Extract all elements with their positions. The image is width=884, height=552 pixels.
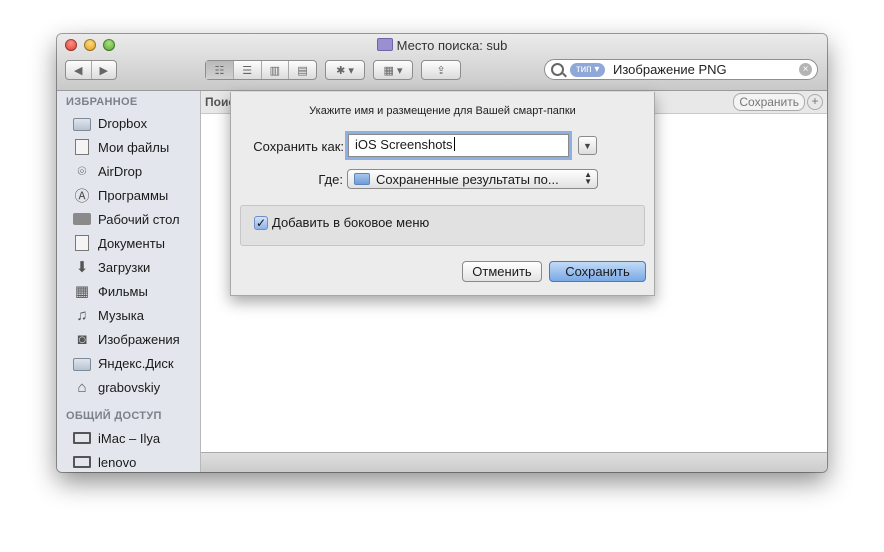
folder-icon (73, 357, 91, 371)
sidebar-item-pictures[interactable]: ◙ Изображения (73, 329, 179, 349)
add-to-sidebar-label[interactable]: Добавить в боковое меню (272, 215, 429, 230)
sidebar-item-downloads[interactable]: ⬇ Загрузки (73, 257, 151, 277)
sidebar-option-box: ✓ Добавить в боковое меню (240, 205, 645, 246)
save-as-input[interactable]: iOS Screenshots (348, 134, 569, 157)
save-as-label: Сохранить как: (253, 139, 344, 154)
share-button[interactable]: ⇪ (421, 60, 461, 80)
folder-icon (73, 117, 91, 131)
search-icon (551, 63, 564, 76)
sidebar-item-movies[interactable]: ▦ Фильмы (73, 281, 148, 301)
sidebar-item-all-files[interactable]: Мои файлы (73, 137, 169, 157)
sidebar-item-lenovo[interactable]: lenovo (73, 452, 136, 472)
sidebar-item-desktop[interactable]: Рабочий стол (73, 209, 180, 229)
sidebar-item-imac[interactable]: iMac – Ilya (73, 428, 160, 448)
pictures-icon: ◙ (77, 330, 87, 348)
checkmark-icon: ✓ (255, 216, 267, 230)
where-label: Где: (318, 172, 343, 187)
arrange-menu-button[interactable]: ▦ ▾ (373, 60, 413, 80)
back-forward-buttons[interactable]: ◀ ▶ (65, 60, 117, 80)
imac-icon (73, 432, 91, 444)
list-view-button[interactable]: ☰ (234, 61, 262, 79)
popup-arrows-icon: ▲ ▼ (584, 170, 592, 186)
airdrop-icon: ⌾ (77, 162, 87, 180)
clear-search-icon[interactable]: × (799, 63, 812, 76)
save-smart-folder-sheet: Укажите имя и размещение для Вашей смарт… (230, 92, 655, 296)
sidebar-header-shared: ОБЩИЙ ДОСТУП (66, 410, 162, 422)
music-icon: ♫ (76, 306, 88, 324)
pc-icon (73, 456, 91, 468)
add-criteria-button[interactable]: + (807, 94, 823, 110)
forward-button[interactable]: ▶ (92, 61, 117, 79)
home-icon: ⌂ (77, 378, 87, 396)
search-token-kind[interactable]: тип ▾ (570, 63, 606, 77)
expand-dialog-button[interactable]: ▼ (578, 136, 597, 155)
icon-view-button[interactable]: ☷ (206, 61, 234, 79)
back-button[interactable]: ◀ (66, 61, 92, 79)
downloads-icon: ⬇ (75, 259, 89, 276)
view-mode-segmented[interactable]: ☷ ☰ ▥ ▤ (205, 60, 317, 80)
sidebar-item-home[interactable]: ⌂ grabovskiy (73, 377, 160, 397)
cancel-button[interactable]: Отменить (462, 261, 542, 282)
all-files-icon (75, 139, 89, 155)
movies-icon: ▦ (74, 283, 90, 300)
gear-icon: ✱ ▾ (336, 64, 354, 77)
sheet-message: Укажите имя и размещение для Вашей смарт… (309, 105, 576, 117)
window-title: Место поиска: sub (57, 38, 827, 53)
desktop-icon (73, 213, 91, 225)
column-view-button[interactable]: ▥ (262, 61, 290, 79)
sidebar-item-yandex-disk[interactable]: Яндекс.Диск (73, 353, 174, 373)
smart-folder-icon (376, 38, 393, 51)
search-field[interactable]: тип ▾ Изображение PNG × (544, 59, 818, 80)
sidebar-item-airdrop[interactable]: ⌾ AirDrop (73, 161, 142, 181)
sidebar-header-favorites: ИЗБРАННОЕ (66, 96, 138, 108)
where-popup[interactable]: Сохраненные результаты по... ▲ ▼ (347, 169, 598, 189)
status-bar (201, 452, 827, 472)
sidebar-item-documents[interactable]: Документы (73, 233, 165, 253)
save-button[interactable]: Сохранить (549, 261, 646, 282)
sidebar-item-applications[interactable]: Ⓐ Программы (73, 185, 168, 205)
documents-icon (75, 235, 89, 251)
arrange-icon: ▦ ▾ (383, 64, 403, 77)
sidebar: ИЗБРАННОЕ Dropbox Мои файлы ⌾ AirDrop Ⓐ Пр… (57, 91, 201, 472)
share-icon: ⇪ (436, 64, 446, 77)
search-token-value[interactable]: Изображение PNG (613, 62, 727, 77)
add-to-sidebar-checkbox[interactable]: ✓ (254, 216, 268, 230)
applications-icon: Ⓐ (74, 187, 90, 205)
coverflow-view-button[interactable]: ▤ (289, 61, 316, 79)
title-toolbar: Место поиска: sub ◀ ▶ ☷ ☰ ▥ ▤ ✱ ▾ ▦ ▾ ⇪ (57, 34, 827, 91)
chevron-down-icon: ▼ (583, 140, 592, 151)
text-caret (453, 137, 455, 151)
action-menu-button[interactable]: ✱ ▾ (325, 60, 365, 80)
sidebar-item-dropbox[interactable]: Dropbox (73, 113, 147, 133)
folder-icon (354, 173, 370, 185)
sidebar-item-music[interactable]: ♫ Музыка (73, 305, 144, 325)
save-search-button[interactable]: Сохранить (733, 93, 805, 111)
